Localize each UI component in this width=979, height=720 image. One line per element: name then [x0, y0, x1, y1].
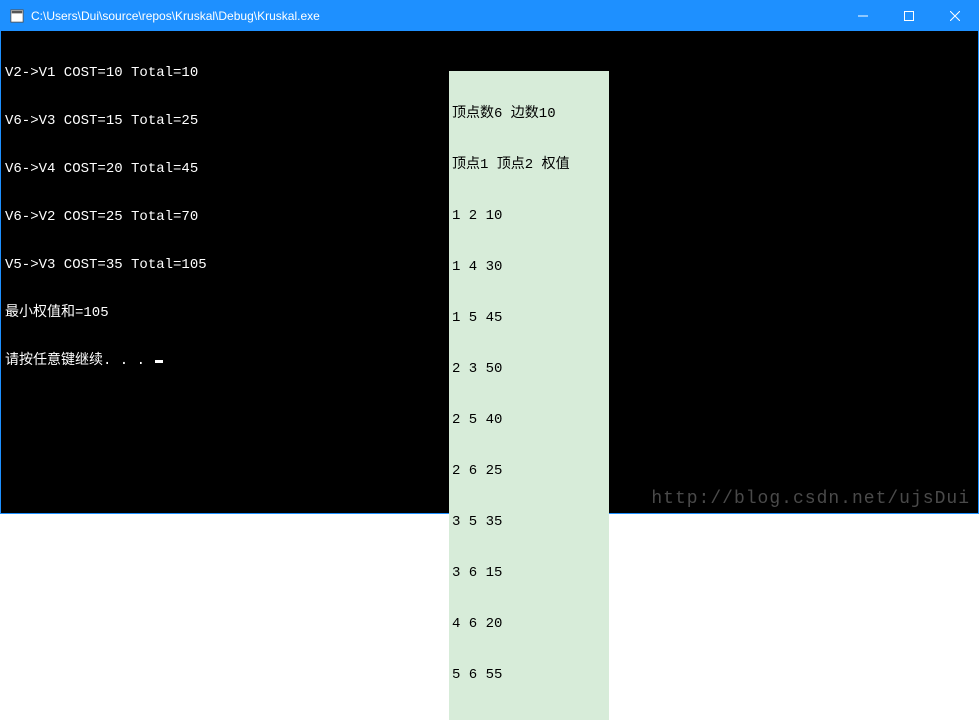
prompt-text: 请按任意键继续. . . — [5, 353, 153, 369]
window-title: C:\Users\Dui\source\repos\Kruskal\Debug\… — [31, 9, 320, 23]
maximize-icon — [904, 11, 914, 21]
overlay-row: 3 5 35 — [452, 514, 606, 531]
overlay-row: 1 4 30 — [452, 259, 606, 276]
console-window: C:\Users\Dui\source\repos\Kruskal\Debug\… — [0, 0, 979, 514]
minimize-button[interactable] — [840, 1, 886, 31]
console-area[interactable]: V2->V1 COST=10 Total=10 V6->V3 COST=15 T… — [1, 31, 978, 513]
overlay-row: 2 5 40 — [452, 412, 606, 429]
titlebar[interactable]: C:\Users\Dui\source\repos\Kruskal\Debug\… — [1, 1, 978, 31]
overlay-row: 5 6 55 — [452, 667, 606, 684]
overlay-row: 1 2 10 — [452, 208, 606, 225]
close-icon — [950, 11, 960, 21]
overlay-row: 3 6 15 — [452, 565, 606, 582]
maximize-button[interactable] — [886, 1, 932, 31]
overlay-row: 2 6 25 — [452, 463, 606, 480]
overlay-row: 1 5 45 — [452, 310, 606, 327]
overlay-header: 顶点数6 边数10 — [452, 106, 606, 123]
window-controls — [840, 1, 978, 31]
close-button[interactable] — [932, 1, 978, 31]
overlay-header: 顶点1 顶点2 权值 — [452, 157, 606, 174]
overlay-row: 2 3 50 — [452, 361, 606, 378]
overlay-row: 4 6 20 — [452, 616, 606, 633]
watermark-text: http://blog.csdn.net/ujsDui — [651, 491, 970, 507]
text-cursor — [155, 360, 163, 363]
app-icon — [9, 8, 25, 24]
input-data-overlay: 顶点数6 边数10 顶点1 顶点2 权值 1 2 10 1 4 30 1 5 4… — [449, 71, 609, 720]
minimize-icon — [858, 11, 868, 21]
